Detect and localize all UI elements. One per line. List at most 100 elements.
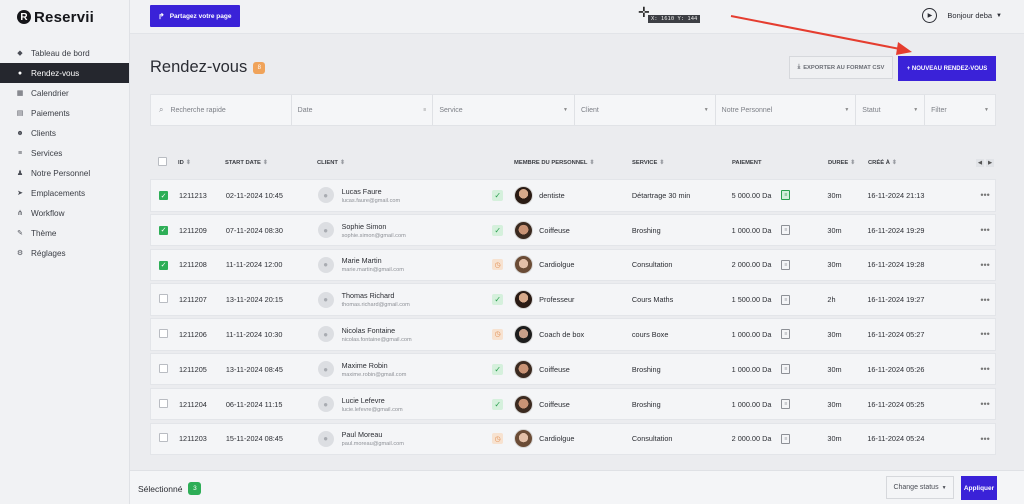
duration: 30m	[827, 225, 842, 235]
client-cell[interactable]: ● Nicolas Fontaine nicolas.fontaine@gmail.…	[317, 326, 493, 343]
header-start-date[interactable]: START DATE ⬍	[225, 160, 317, 166]
invoice-icon[interactable]: ≡	[781, 190, 791, 201]
appointment-id: 1211203	[178, 434, 207, 444]
sidebar-item-clients[interactable]: ☻ Clients	[0, 123, 129, 143]
row-checkbox[interactable]: ✓	[159, 191, 168, 200]
header-id[interactable]: ID ⬍	[178, 160, 225, 166]
brand-logo[interactable]: R Reservii	[0, 0, 129, 34]
sidebar-item-tableau-de-bord[interactable]: ◆ Tableau de bord	[0, 43, 129, 63]
confirmed-check-icon[interactable]: ✓	[492, 224, 504, 236]
payment-cell: 1 500.00 Da ≡	[732, 294, 828, 305]
row-checkbox[interactable]	[159, 433, 168, 443]
row-checkbox[interactable]	[159, 328, 168, 338]
row-actions-icon[interactable]: •••	[975, 190, 995, 200]
invoice-icon[interactable]: ≡	[781, 225, 791, 236]
invoice-icon[interactable]: ≡	[781, 294, 791, 305]
header-duration[interactable]: DUREE ⬍	[828, 160, 868, 166]
date-filter[interactable]: Date ≡	[292, 95, 434, 125]
appointment-id: 1211208	[178, 260, 207, 270]
row-actions-icon[interactable]: •••	[975, 364, 995, 374]
confirmed-check-icon[interactable]: ✓	[492, 294, 504, 306]
pending-clock-icon[interactable]: ◷	[492, 259, 504, 271]
client-name: Paul Moreau	[341, 430, 383, 440]
row-actions-icon[interactable]: •••	[975, 260, 995, 270]
client-cell[interactable]: ● Thomas Richard thomas.richard@gmail.com	[317, 291, 493, 309]
table-row[interactable]: ✓ 1211209 07-11-2024 08:30 ● Sophie Simon sop…	[150, 213, 996, 247]
change-status-select[interactable]: Change status ▼	[886, 476, 954, 499]
client-cell[interactable]: ● Marie Martin marie.martin@gmail.com	[317, 256, 493, 274]
sidebar-item-r-glages[interactable]: ⚙ Réglages	[0, 243, 129, 263]
sidebar-item-calendrier[interactable]: ▦ Calendrier	[0, 83, 129, 103]
confirmed-check-icon[interactable]: ✓	[492, 363, 504, 375]
client-cell[interactable]: ● Maxime Robin maxime.robin@gmail.com	[317, 361, 493, 378]
table-row[interactable]: 1211204 06-11-2024 11:15 ● Lucie Lefevre luc…	[150, 387, 996, 421]
row-checkbox[interactable]	[159, 363, 168, 373]
user-greeting: Bonjour deba	[947, 11, 993, 20]
header-client[interactable]: CLIENT ⬍	[317, 160, 492, 166]
client-email: thomas.richard@gmail.com	[341, 302, 410, 309]
table-row[interactable]: ✓ 1211213 02-11-2024 10:45 ● Lucas Faure luca…	[150, 179, 996, 212]
user-menu[interactable]: ▶ Bonjour deba ▼	[922, 8, 1002, 23]
pending-clock-icon[interactable]: ◷	[492, 433, 504, 445]
header-created[interactable]: CRÉÉ À ⬍	[868, 160, 976, 166]
header-service[interactable]: SERVICE ⬍	[632, 160, 732, 166]
table-row[interactable]: ✓ 1211208 11-11-2024 12:00 ● Marie Martin mar…	[150, 248, 996, 282]
new-appointment-button[interactable]: + NOUVEAU RENDEZ-VOUS	[898, 56, 996, 81]
staff-filter[interactable]: Notre Personnel ▼	[716, 95, 857, 125]
row-actions-icon[interactable]: •••	[975, 225, 995, 235]
created-at: 16-11-2024 05:25	[867, 399, 925, 409]
select-all-checkbox[interactable]	[158, 157, 167, 166]
sidebar-item-services[interactable]: ≡ Services	[0, 143, 129, 163]
row-actions-icon[interactable]: •••	[975, 329, 995, 339]
status-filter[interactable]: Statut ▼	[856, 95, 926, 125]
sidebar-item-rendez-vous[interactable]: ● Rendez-vous	[0, 63, 129, 83]
sidebar-item-notre-personnel[interactable]: ♟ Notre Personnel	[0, 163, 129, 183]
header-staff[interactable]: MEMBRE DU PERSONNEL ⬍	[514, 160, 632, 166]
service-filter[interactable]: Service ▼	[433, 95, 575, 125]
payment-amount: 1 000.00 Da	[731, 225, 772, 235]
apply-button[interactable]: Appliquer	[961, 476, 997, 500]
sidebar-item-th-me[interactable]: ✎ Thème	[0, 223, 129, 243]
sidebar-item-paiements[interactable]: ▤ Paiements	[0, 103, 129, 123]
invoice-icon[interactable]: ≡	[781, 259, 791, 270]
chevron-left-icon[interactable]: ◀	[976, 158, 984, 167]
table-row[interactable]: 1211206 11-11-2024 10:30 ● Nicolas Fontaine…	[150, 318, 996, 351]
row-actions-icon[interactable]: •••	[975, 295, 995, 305]
client-cell[interactable]: ● Lucas Faure lucas.faure@gmail.com	[317, 187, 493, 204]
share-page-button[interactable]: ↱ Partagez votre page	[150, 5, 240, 27]
invoice-icon[interactable]: ≡	[781, 364, 791, 375]
sidebar-item-workflow[interactable]: ⋔ Workflow	[0, 203, 129, 223]
payment-amount: 1 000.00 Da	[731, 364, 772, 374]
pending-clock-icon[interactable]: ◷	[492, 328, 504, 340]
table-row[interactable]: 1211205 13-11-2024 08:45 ● Maxime Robin maxi…	[150, 352, 996, 386]
confirmed-check-icon[interactable]: ✓	[492, 398, 504, 410]
row-actions-icon[interactable]: •••	[975, 434, 995, 444]
staff-role: Coach de box	[539, 329, 585, 339]
invoice-icon[interactable]: ≡	[781, 329, 791, 340]
chevron-right-icon[interactable]: ▶	[986, 158, 994, 167]
duration: 2h	[827, 295, 836, 305]
client-cell[interactable]: ● Paul Moreau paul.moreau@gmail.com	[317, 430, 493, 447]
table-row[interactable]: 1211207 13-11-2024 20:15 ● Thomas Richard th…	[150, 283, 996, 316]
row-checkbox[interactable]: ✓	[159, 225, 168, 235]
client-filter[interactable]: Client ▼	[575, 95, 716, 125]
table-row[interactable]: 1211203 15-11-2024 08:45 ● Paul Moreau paul.…	[150, 422, 996, 456]
sidebar-item-emplacements[interactable]: ➤ Emplacements	[0, 183, 129, 203]
client-avatar-icon: ●	[317, 326, 334, 343]
row-checkbox[interactable]	[159, 398, 168, 408]
row-checkbox[interactable]: ✓	[159, 260, 168, 270]
client-email: marie.martin@gmail.com	[341, 267, 404, 274]
confirmed-check-icon[interactable]: ✓	[492, 189, 504, 201]
invoice-icon[interactable]: ≡	[781, 399, 791, 410]
export-csv-button[interactable]: ⤓ EXPORTER AU FORMAT CSV	[789, 56, 893, 79]
client-cell[interactable]: ● Lucie Lefevre lucie.lefevre@gmail.com	[317, 396, 493, 413]
invoice-icon[interactable]: ≡	[781, 433, 791, 444]
row-checkbox[interactable]	[159, 294, 168, 304]
more-filter[interactable]: Filter ▼	[925, 95, 995, 125]
selected-count-badge: 3	[188, 482, 202, 495]
quick-search-input[interactable]: ⌕ Recherche rapide	[151, 95, 292, 125]
client-email: nicolas.fontaine@gmail.com	[341, 336, 412, 343]
client-cell[interactable]: ● Sophie Simon sophie.simon@gmail.com	[317, 222, 493, 239]
staff-cell: Coiffeuse	[514, 359, 632, 379]
row-actions-icon[interactable]: •••	[975, 399, 995, 409]
